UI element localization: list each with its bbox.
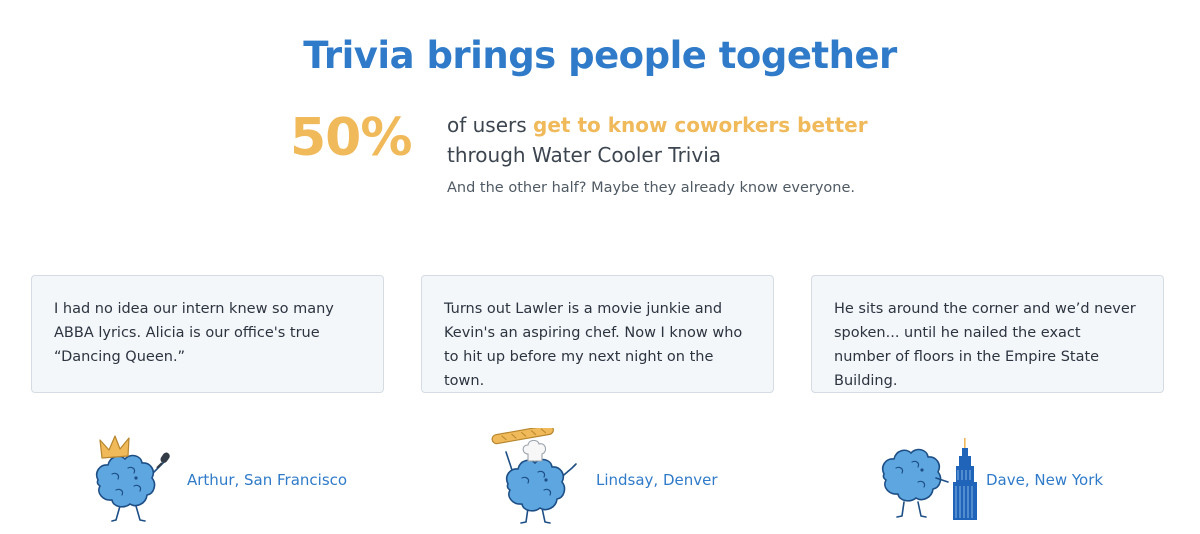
stat-line-2: through Water Cooler Trivia <box>447 143 722 167</box>
stat-highlight: get to know coworkers better <box>533 113 868 137</box>
stat-line-1: of users get to know coworkers better <box>447 110 868 140</box>
brain-mascot-empire-state-building-icon <box>881 438 977 520</box>
brain-mascot-chef-baguette-icon <box>491 428 577 524</box>
testimonial-card-arthur: I had no idea our intern knew so many AB… <box>31 275 384 393</box>
stat-statement: of users get to know coworkers better th… <box>447 110 868 170</box>
testimonial-quote: Turns out Lawler is a movie junkie and K… <box>444 301 743 389</box>
stat-line-1-prefix: of users <box>447 113 534 137</box>
section-title: Trivia brings people together <box>303 34 897 77</box>
stat-percent: 50% <box>290 108 412 168</box>
testimonial-quote: He sits around the corner and we’d never… <box>834 301 1136 389</box>
testimonial-quote: I had no idea our intern knew so many AB… <box>54 301 334 365</box>
testimonial-card-dave: He sits around the corner and we’d never… <box>811 275 1164 393</box>
testimonial-card-lindsay: Turns out Lawler is a movie junkie and K… <box>421 275 774 393</box>
testimonial-author: Dave, New York <box>986 471 1104 489</box>
testimonial-author: Arthur, San Francisco <box>187 471 348 489</box>
testimonial-author: Lindsay, Denver <box>596 471 718 489</box>
brain-mascot-crown-microphone-icon <box>95 435 170 522</box>
stat-subtext: And the other half? Maybe they already k… <box>447 180 856 196</box>
